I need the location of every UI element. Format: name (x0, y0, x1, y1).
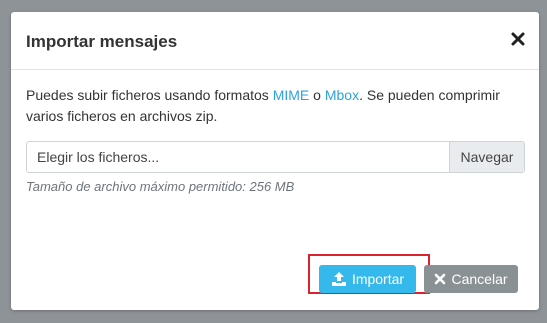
description-connector: o (309, 87, 325, 103)
cancel-button[interactable]: Cancelar (424, 265, 518, 293)
dialog-header: Importar mensajes (11, 12, 539, 70)
dialog-title: Importar mensajes (26, 32, 178, 51)
import-button[interactable]: Importar (319, 265, 416, 293)
import-messages-dialog: Importar mensajes Puedes subir ficheros … (11, 12, 539, 310)
x-icon (435, 273, 446, 285)
mbox-link[interactable]: Mbox (325, 87, 359, 103)
upload-icon (331, 272, 346, 286)
close-icon (511, 32, 525, 46)
mime-link[interactable]: MIME (273, 87, 310, 103)
file-input-group[interactable]: Elegir los ficheros... Navegar (26, 141, 525, 173)
import-button-label: Importar (351, 271, 405, 287)
cancel-button-label: Cancelar (451, 271, 508, 287)
browse-button[interactable]: Navegar (449, 142, 524, 172)
file-chooser-field[interactable]: Elegir los ficheros... (27, 142, 449, 172)
max-file-size-hint: Tamaño de archivo máximo permitido: 256 … (26, 179, 295, 194)
close-button[interactable] (509, 30, 527, 48)
description-prefix: Puedes subir ficheros usando formatos (26, 87, 273, 103)
dialog-description: Puedes subir ficheros usando formatos MI… (26, 85, 526, 127)
